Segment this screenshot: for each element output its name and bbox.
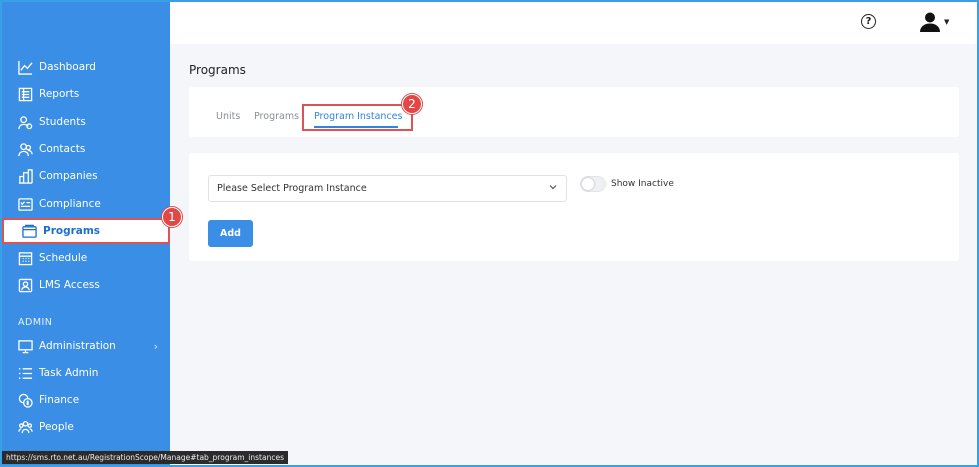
status-bar-url: https://sms.rto.net.au/RegistrationScope… bbox=[2, 451, 288, 464]
annotation-badge-2: 2 bbox=[402, 94, 422, 114]
lms-icon bbox=[17, 277, 33, 293]
report-icon bbox=[17, 86, 33, 102]
sidebar-item-programs[interactable]: Programs bbox=[2, 218, 170, 244]
caret-down-icon[interactable]: ▼ bbox=[944, 18, 949, 26]
chevron-down-icon bbox=[549, 185, 557, 190]
sidebar-item-students[interactable]: Students bbox=[0, 109, 170, 135]
sidebar-item-label: Reports bbox=[39, 88, 80, 100]
sidebar-item-companies[interactable]: Companies bbox=[0, 163, 170, 189]
sidebar-item-reports[interactable]: Reports bbox=[0, 81, 170, 107]
tabs-card: Units Programs Program Instances bbox=[189, 87, 959, 137]
add-button[interactable]: Add bbox=[208, 220, 253, 247]
sidebar-item-label: Contacts bbox=[39, 143, 86, 155]
annotation-badge-1: 1 bbox=[162, 207, 182, 227]
sidebar-section-admin: ADMIN bbox=[18, 317, 53, 328]
toggle-knob bbox=[582, 178, 594, 190]
help-icon[interactable]: ? bbox=[861, 14, 876, 29]
sidebar-item-finance[interactable]: Finance bbox=[0, 387, 170, 413]
sidebar-item-label: People bbox=[39, 421, 74, 433]
sidebar-item-label: Task Admin bbox=[39, 367, 99, 379]
sidebar-item-schedule[interactable]: Schedule bbox=[0, 245, 170, 271]
coins-icon bbox=[17, 392, 33, 408]
show-inactive-label: Show Inactive bbox=[611, 179, 674, 189]
compliance-icon bbox=[17, 196, 33, 212]
page-title: Programs bbox=[189, 63, 246, 77]
calendar-icon bbox=[17, 250, 33, 266]
program-instance-form: Please Select Program Instance Show Inac… bbox=[189, 153, 959, 261]
sidebar: Dashboard Reports Students Contacts Comp… bbox=[0, 0, 170, 467]
sidebar-item-label: Compliance bbox=[39, 198, 101, 210]
students-icon bbox=[17, 114, 33, 130]
sidebar-item-label: Schedule bbox=[39, 252, 88, 264]
select-placeholder: Please Select Program Instance bbox=[217, 183, 367, 194]
tab-units[interactable]: Units bbox=[216, 111, 240, 122]
sidebar-item-label: Programs bbox=[43, 225, 101, 237]
sidebar-item-label: Dashboard bbox=[39, 61, 96, 73]
sidebar-item-label: Students bbox=[39, 116, 86, 128]
monitor-icon bbox=[17, 338, 33, 354]
sidebar-item-compliance[interactable]: Compliance bbox=[0, 191, 170, 217]
sidebar-item-label: Companies bbox=[39, 170, 98, 182]
list-icon bbox=[17, 365, 33, 381]
chevron-right-icon: › bbox=[153, 339, 158, 353]
program-instance-select[interactable]: Please Select Program Instance bbox=[208, 175, 567, 202]
sidebar-item-label: Finance bbox=[39, 394, 80, 406]
sidebar-item-people[interactable]: People bbox=[0, 414, 170, 440]
top-bar: ? ▼ bbox=[170, 0, 979, 44]
sidebar-item-contacts[interactable]: Contacts bbox=[0, 136, 170, 162]
programs-icon bbox=[21, 223, 37, 239]
sidebar-item-label: LMS Access bbox=[39, 279, 100, 291]
sidebar-item-administration[interactable]: Administration › bbox=[0, 333, 170, 359]
sidebar-item-task-admin[interactable]: Task Admin bbox=[0, 360, 170, 386]
people-icon bbox=[17, 419, 33, 435]
show-inactive-toggle[interactable] bbox=[580, 176, 606, 192]
sidebar-item-lms-access[interactable]: LMS Access bbox=[0, 272, 170, 298]
building-icon bbox=[17, 168, 33, 184]
tab-programs[interactable]: Programs bbox=[254, 111, 299, 122]
chart-line-icon bbox=[17, 59, 33, 75]
contacts-icon bbox=[17, 141, 33, 157]
sidebar-item-label: Administration bbox=[39, 340, 116, 352]
annotation-highlight-box bbox=[302, 104, 413, 131]
sidebar-item-dashboard[interactable]: Dashboard bbox=[0, 54, 170, 80]
user-avatar-icon[interactable] bbox=[919, 11, 941, 33]
